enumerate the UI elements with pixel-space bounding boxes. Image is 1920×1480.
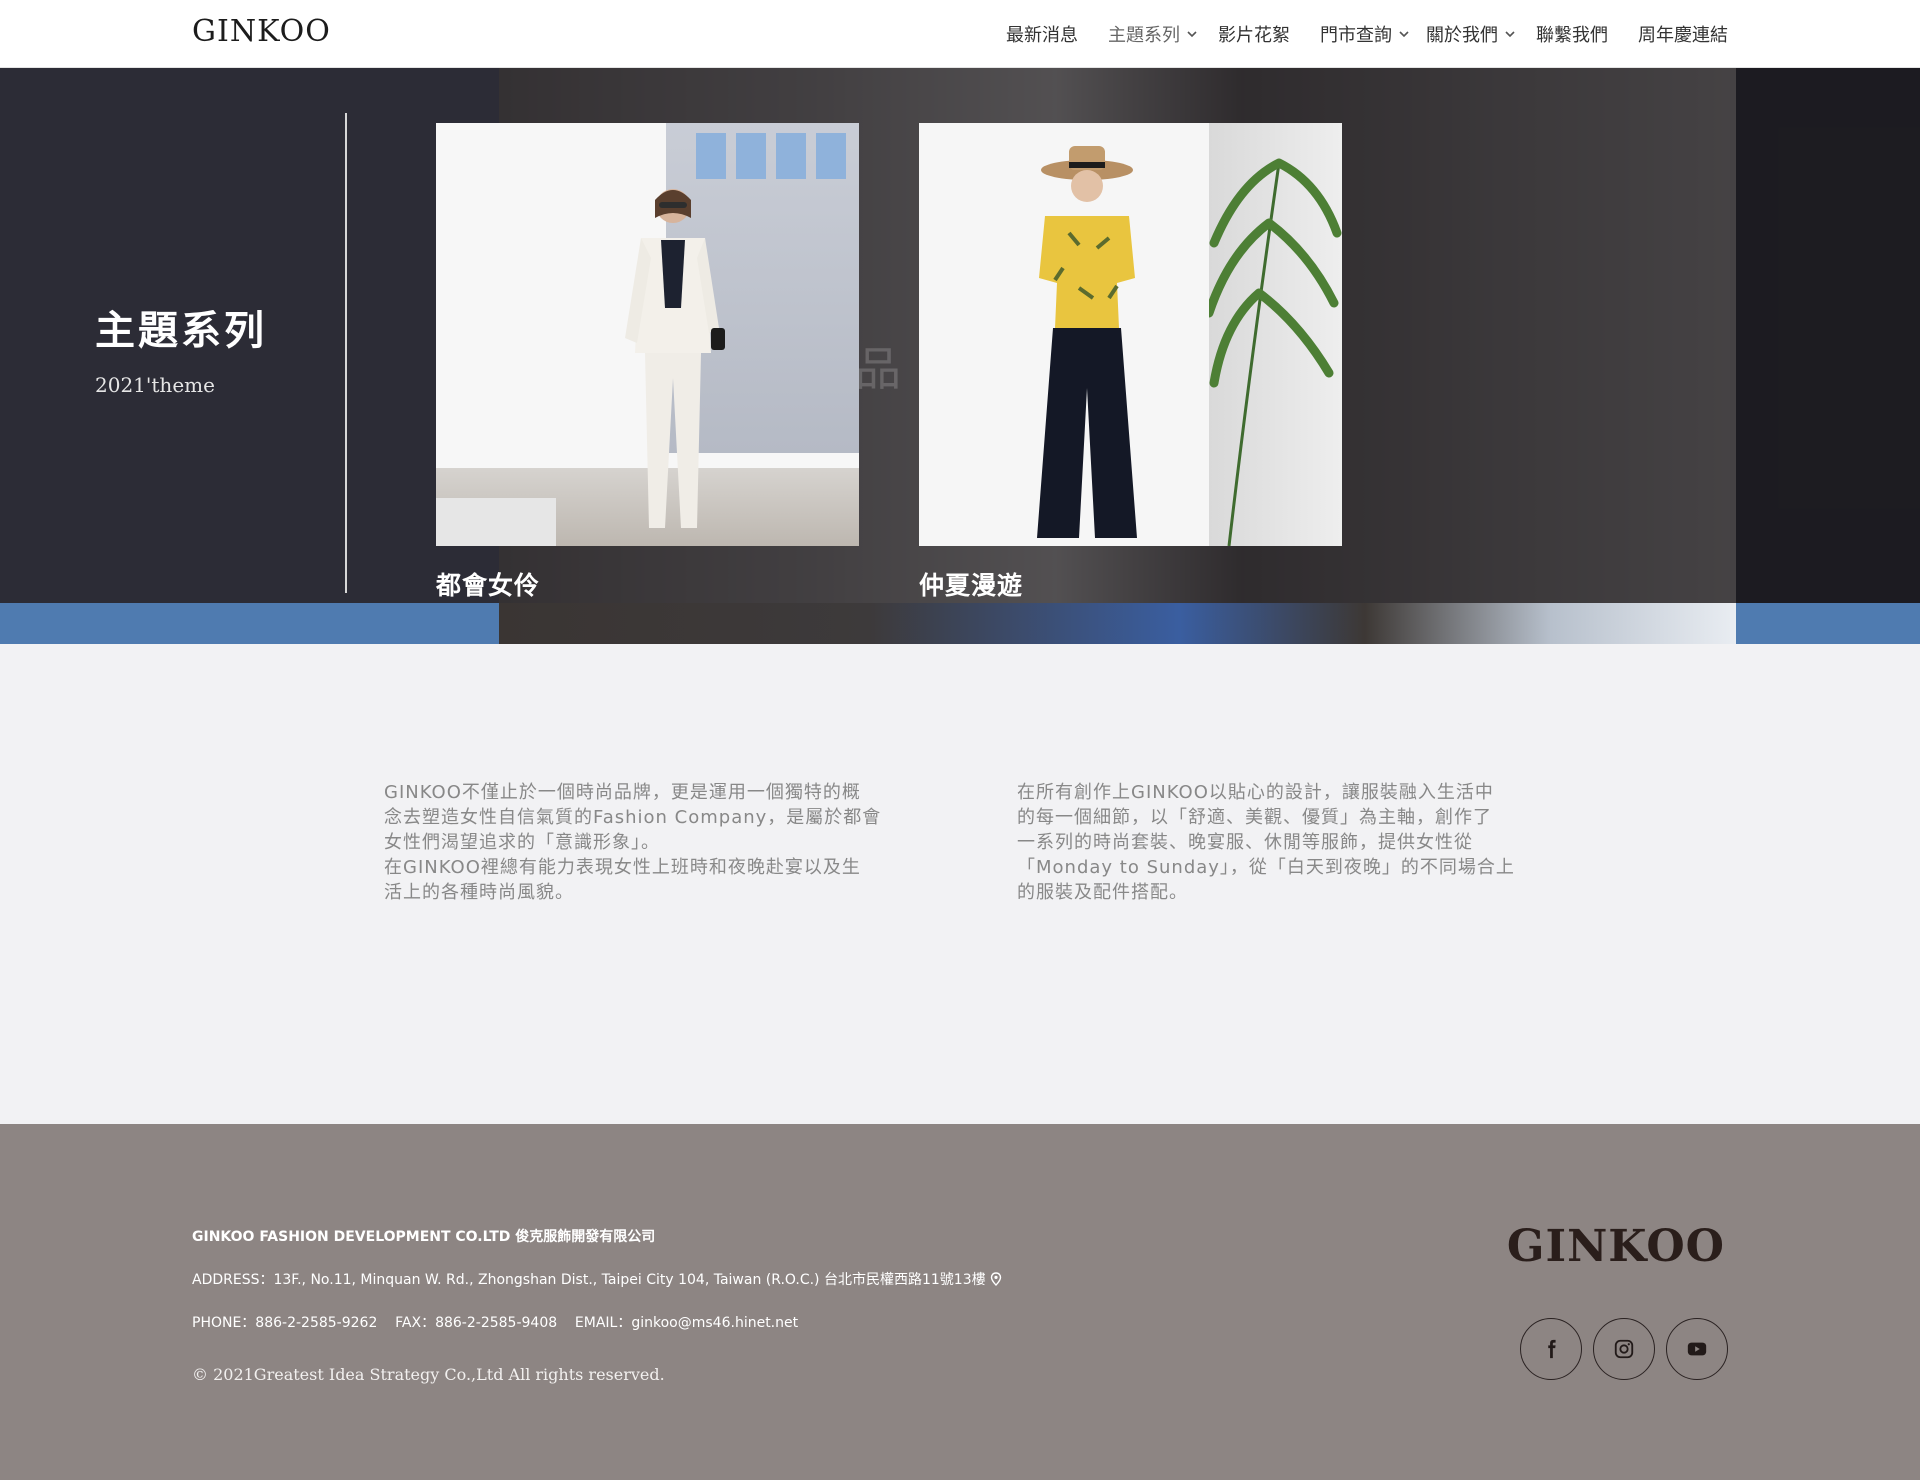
vertical-divider <box>345 113 347 593</box>
nav-item-themes[interactable]: 主題系列 <box>1108 21 1198 47</box>
intro-line: 活上的各種時尚風貌。 <box>384 882 574 903</box>
themes-hero: 品 主題系列 2021'theme 都會女伶 仲夏漫遊 <box>0 68 1920 644</box>
nav-item-news[interactable]: 最新消息 <box>1006 21 1078 47</box>
chevron-down-icon <box>1505 31 1515 38</box>
company-contact: PHONE：886-2-2585-9262 FAX：886-2-2585-940… <box>192 1315 799 1331</box>
nav-item-label: 最新消息 <box>1006 25 1078 46</box>
facebook-button[interactable] <box>1520 1318 1582 1380</box>
hero-accent-band <box>0 603 499 644</box>
brand-intro-left: GINKOO不僅止於一個時尚品牌，更是運用一個獨特的概 念去塑造女性自信氣質的F… <box>384 780 904 905</box>
brand-intro: GINKOO不僅止於一個時尚品牌，更是運用一個獨特的概 念去塑造女性自信氣質的F… <box>0 644 1920 1124</box>
site-logo[interactable]: GINKOO <box>192 14 331 49</box>
theme-card-title[interactable]: 都會女伶 <box>436 566 859 602</box>
plant-illustration <box>1209 158 1342 546</box>
theme-card-summer[interactable]: 仲夏漫遊 <box>919 123 1342 602</box>
nav-item-label: 影片花絮 <box>1218 25 1290 46</box>
intro-line: 「Monday to Sunday」，從「白天到夜晚」的不同場合上 <box>1017 857 1515 878</box>
brand-intro-right: 在所有創作上GINKOO以貼心的設計，讓服裝融入生活中 的每一個細節，以「舒適、… <box>1017 780 1537 905</box>
nav-item-label: 關於我們 <box>1426 25 1498 46</box>
main-nav: 最新消息 主題系列 影片花絮 門市查詢 關於我們 聯繫我們 周年慶連結 <box>976 0 1728 68</box>
intro-line: 在GINKOO裡總有能力表現女性上班時和夜晚赴宴以及生 <box>384 857 861 878</box>
nav-item-label: 主題系列 <box>1108 25 1180 46</box>
theme-card-image[interactable] <box>436 123 859 546</box>
nav-item-about[interactable]: 關於我們 <box>1426 21 1516 47</box>
intro-line: 念去塑造女性自信氣質的Fashion Company，是屬於都會 <box>384 807 882 828</box>
nav-item-anniversary[interactable]: 周年慶連結 <box>1638 21 1728 47</box>
nav-item-label: 周年慶連結 <box>1638 25 1728 46</box>
hero-accent-band <box>1736 603 1920 644</box>
page-title: 主題系列 <box>95 308 267 354</box>
hero-watermark-text: 品 <box>855 342 901 396</box>
chevron-down-icon <box>1399 31 1409 38</box>
map-pin-icon[interactable] <box>990 1272 1002 1286</box>
address-text: ADDRESS：13F., No.11, Minquan W. Rd., Zho… <box>192 1272 986 1288</box>
facebook-icon <box>1548 1339 1556 1359</box>
intro-line: 的每一個細節，以「舒適、美觀、優質」為主軸，創作了 <box>1017 807 1492 828</box>
theme-card-title[interactable]: 仲夏漫遊 <box>919 566 1342 602</box>
site-header: GINKOO 最新消息 主題系列 影片花絮 門市查詢 關於我們 聯繫我們 周年慶… <box>0 0 1920 68</box>
copyright: © 2021Greatest Idea Strategy Co.,Ltd All… <box>192 1365 665 1384</box>
nav-item-contact[interactable]: 聯繫我們 <box>1536 21 1608 47</box>
chevron-down-icon <box>1187 31 1197 38</box>
nav-item-label: 門市查詢 <box>1320 25 1392 46</box>
hero-photo-strip <box>499 603 1736 644</box>
company-name: GINKOO FASHION DEVELOPMENT CO.LTD 俊克服飾開發… <box>192 1229 656 1245</box>
instagram-button[interactable] <box>1593 1318 1655 1380</box>
intro-line: 一系列的時尚套裝、晚宴服、休閒等服飾，提供女性從 <box>1017 832 1473 853</box>
intro-line: 在所有創作上GINKOO以貼心的設計，讓服裝融入生活中 <box>1017 782 1494 803</box>
footer-logo[interactable]: GINKOO <box>1507 1221 1725 1272</box>
nav-item-label: 聯繫我們 <box>1536 25 1608 46</box>
model-figure <box>625 189 725 528</box>
youtube-icon <box>1687 1342 1707 1356</box>
page-subtitle: 2021'theme <box>95 373 215 397</box>
intro-line: 女性們渴望追求的「意識形象」。 <box>384 832 660 853</box>
site-footer: GINKOO FASHION DEVELOPMENT CO.LTD 俊克服飾開發… <box>0 1124 1920 1480</box>
nav-item-stores[interactable]: 門市查詢 <box>1320 21 1410 47</box>
social-links <box>1509 1318 1728 1380</box>
theme-card-image[interactable] <box>919 123 1342 546</box>
intro-line: 的服裝及配件搭配。 <box>1017 882 1188 903</box>
youtube-button[interactable] <box>1666 1318 1728 1380</box>
intro-line: GINKOO不僅止於一個時尚品牌，更是運用一個獨特的概 <box>384 782 861 803</box>
nav-item-videos[interactable]: 影片花絮 <box>1218 21 1290 47</box>
theme-card-urban[interactable]: 都會女伶 <box>436 123 859 602</box>
company-address: ADDRESS：13F., No.11, Minquan W. Rd., Zho… <box>192 1269 1002 1289</box>
model-figure <box>1037 146 1137 538</box>
instagram-icon <box>1614 1339 1634 1359</box>
